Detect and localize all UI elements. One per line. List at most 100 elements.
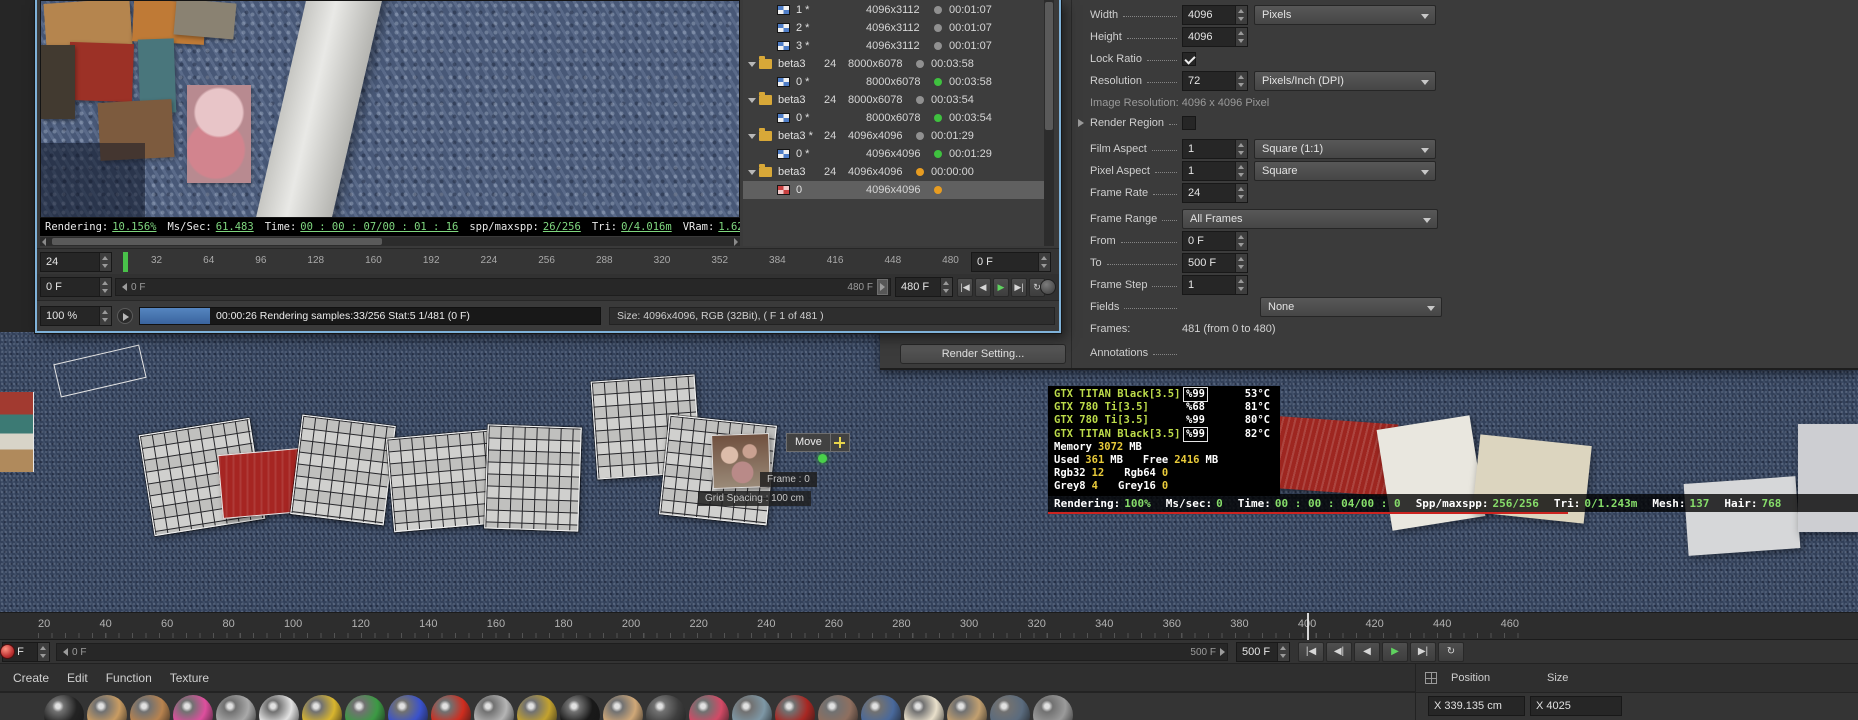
material-swatch[interactable]: [990, 695, 1030, 720]
size-x-field[interactable]: X 4025: [1530, 696, 1622, 716]
uv-grid-plane[interactable]: [484, 424, 582, 532]
material-swatch[interactable]: [775, 695, 815, 720]
material-swatch[interactable]: [1033, 695, 1073, 720]
resolution-field[interactable]: 72: [1182, 71, 1248, 91]
material-swatch[interactable]: [173, 695, 213, 720]
menu-item[interactable]: Texture: [161, 671, 218, 685]
scroll-right-icon[interactable]: [734, 238, 738, 246]
history-row[interactable]: 3 * 4096x3112 00:01:07: [743, 37, 1044, 55]
material-swatch[interactable]: [130, 695, 170, 720]
horizontal-scrollbar[interactable]: [40, 237, 740, 246]
material-swatch[interactable]: [345, 695, 385, 720]
history-row[interactable]: 1 * 4096x3112 00:01:07: [743, 1, 1044, 19]
record-button[interactable]: [0, 644, 15, 659]
material-swatch[interactable]: [44, 695, 84, 720]
card-piece[interactable]: [1798, 424, 1858, 532]
history-row[interactable]: beta3 24 8000x6078 00:03:54: [743, 91, 1044, 109]
playhead-marker[interactable]: [123, 252, 128, 272]
jog-dial[interactable]: [1040, 279, 1056, 295]
preview-frame-field[interactable]: 0 F: [971, 252, 1051, 272]
to-field[interactable]: 500 F: [1182, 253, 1248, 273]
transport-button[interactable]: ▶|: [1410, 642, 1436, 662]
lock-ratio-checkbox[interactable]: [1182, 52, 1196, 66]
preview-range-end-field[interactable]: 480 F: [895, 277, 953, 297]
transport-button[interactable]: ▶: [1382, 642, 1408, 662]
material-swatch[interactable]: [474, 695, 514, 720]
from-field[interactable]: 0 F: [1182, 231, 1248, 251]
frame-spinner[interactable]: [1038, 253, 1050, 271]
uv-grid-plane[interactable]: [386, 429, 496, 533]
position-x-field[interactable]: X 339.135 cm: [1428, 696, 1525, 716]
history-row[interactable]: 0 * 8000x6078 00:03:54: [743, 109, 1044, 127]
render-preview-image[interactable]: [40, 0, 740, 218]
transport-button[interactable]: ◀: [975, 278, 991, 297]
preview-frame-ruler[interactable]: 32 64 96 128 160 192 224 256 288 320 352 384 416 448 4…: [115, 249, 967, 275]
pixel-aspect-dropdown[interactable]: Square: [1254, 161, 1436, 181]
preview-range-slider[interactable]: 0 F 480 F: [115, 278, 891, 296]
material-swatch[interactable]: [259, 695, 299, 720]
history-row[interactable]: 0 4096x4096: [743, 181, 1044, 199]
transport-button[interactable]: ▶: [993, 278, 1009, 297]
height-spinner[interactable]: [1235, 28, 1247, 46]
material-swatch[interactable]: [603, 695, 643, 720]
scrollbar-thumb[interactable]: [1045, 2, 1053, 130]
range-end-spinner[interactable]: [940, 278, 952, 296]
frame-step-field[interactable]: 1: [1182, 275, 1248, 295]
from-spinner[interactable]: [1235, 232, 1247, 250]
fields-dropdown[interactable]: None: [1260, 297, 1442, 317]
fps-spinner[interactable]: [99, 253, 111, 271]
wireframe-plane[interactable]: [53, 344, 147, 398]
viewport-3d[interactable]: Move Frame : 0 Grid Spacing : 100 cm: [0, 330, 1858, 612]
menu-item[interactable]: Create: [4, 671, 58, 685]
width-unit-dropdown[interactable]: Pixels: [1254, 5, 1436, 25]
timeline-marker[interactable]: [1307, 613, 1309, 641]
vertical-scrollbar[interactable]: [1044, 0, 1054, 246]
transport-button[interactable]: ▶|: [1011, 278, 1027, 297]
range-start-handle-icon[interactable]: [122, 283, 127, 291]
to-spinner[interactable]: [1235, 254, 1247, 272]
current-frame-spinner[interactable]: [37, 643, 49, 661]
timeline-range-slider[interactable]: 0 F 500 F: [56, 643, 1228, 661]
transport-button[interactable]: ◀: [1354, 642, 1380, 662]
frame-rate-spinner[interactable]: [1235, 184, 1247, 202]
preview-fps-field[interactable]: 24: [40, 252, 112, 272]
height-field[interactable]: 4096: [1182, 27, 1248, 47]
menu-item[interactable]: Function: [97, 671, 161, 685]
frame-rate-field[interactable]: 24: [1182, 183, 1248, 203]
frame-step-spinner[interactable]: [1235, 276, 1247, 294]
resolution-spinner[interactable]: [1235, 72, 1247, 90]
pixel-aspect-spinner[interactable]: [1235, 162, 1247, 180]
material-swatch[interactable]: [302, 695, 342, 720]
range-end-handle-icon[interactable]: [1220, 648, 1225, 656]
range-end-handle[interactable]: [877, 279, 888, 295]
timeline-ruler[interactable]: 20 40 60 80 100 120 140 160 180 200 220 240 260 280 30…: [0, 612, 1858, 641]
material-swatch[interactable]: [560, 695, 600, 720]
history-row[interactable]: 2 * 4096x3112 00:01:07: [743, 19, 1044, 37]
history-row[interactable]: 0 * 8000x6078 00:03:58: [743, 73, 1044, 91]
zoom-spinner[interactable]: [99, 307, 111, 325]
history-row[interactable]: 0 * 4096x4096 00:01:29: [743, 145, 1044, 163]
menu-item[interactable]: Edit: [58, 671, 97, 685]
material-swatch[interactable]: [947, 695, 987, 720]
material-swatch[interactable]: [861, 695, 901, 720]
texture-plane[interactable]: [0, 392, 34, 472]
transport-button[interactable]: |◀: [957, 278, 973, 297]
transport-button[interactable]: ↻: [1438, 642, 1464, 662]
render-setting-menu-button[interactable]: Render Setting...: [900, 344, 1066, 364]
range-start-handle-icon[interactable]: [63, 648, 68, 656]
material-swatch[interactable]: [732, 695, 772, 720]
material-swatch[interactable]: [517, 695, 557, 720]
red-knit-fabric[interactable]: [1265, 415, 1399, 497]
width-field[interactable]: 4096: [1182, 5, 1248, 25]
card-piece[interactable]: [1683, 476, 1801, 556]
width-spinner[interactable]: [1235, 6, 1247, 24]
axis-gizmo-handle[interactable]: [818, 454, 827, 463]
material-swatch[interactable]: [216, 695, 256, 720]
frame-range-dropdown[interactable]: All Frames: [1182, 209, 1438, 229]
pixel-aspect-field[interactable]: 1: [1182, 161, 1248, 181]
material-swatch[interactable]: [646, 695, 686, 720]
preview-range-start-field[interactable]: 0 F: [40, 277, 112, 297]
scrollbar-thumb[interactable]: [52, 238, 382, 245]
transport-button[interactable]: |◀: [1298, 642, 1324, 662]
scroll-left-icon[interactable]: [42, 238, 46, 246]
